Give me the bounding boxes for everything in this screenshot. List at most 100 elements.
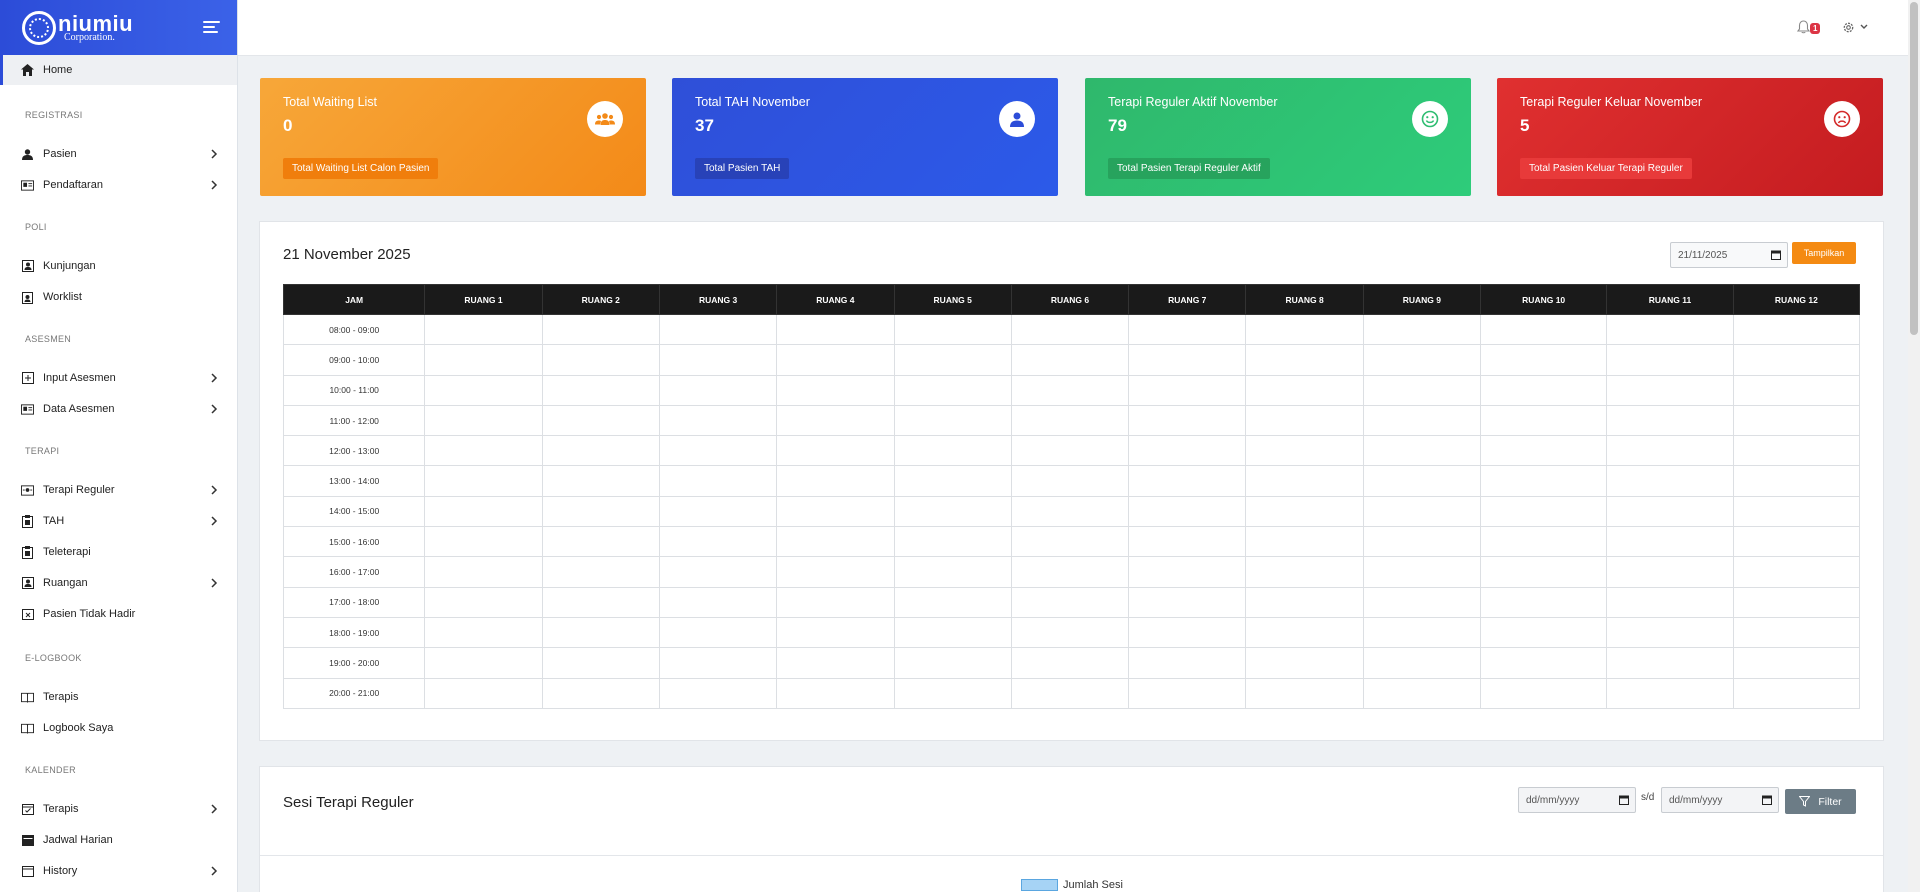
sidebar-item-data-asesmen[interactable]: Data Asesmen	[0, 394, 237, 424]
room-slot-cell[interactable]	[1010, 556, 1130, 588]
room-slot-cell[interactable]	[1010, 404, 1130, 437]
room-slot-cell[interactable]	[893, 465, 1012, 497]
room-slot-cell[interactable]	[1128, 586, 1247, 618]
room-slot-cell[interactable]	[776, 435, 895, 467]
room-slot-cell[interactable]	[541, 616, 660, 649]
room-slot-cell[interactable]	[1245, 404, 1364, 437]
room-slot-cell[interactable]	[1128, 526, 1247, 558]
room-slot-cell[interactable]	[424, 495, 543, 528]
room-slot-cell[interactable]	[1732, 526, 1861, 558]
room-slot-cell[interactable]	[1606, 374, 1734, 406]
room-slot-cell[interactable]	[1362, 556, 1482, 588]
room-slot-cell[interactable]	[776, 556, 895, 588]
sidebar-item-input-asesmen[interactable]: Input Asesmen	[0, 363, 237, 393]
calendar-icon[interactable]	[1619, 795, 1629, 805]
room-slot-cell[interactable]	[1010, 435, 1130, 467]
sidebar-item-jadwal-harian[interactable]: Jadwal Harian	[0, 825, 237, 855]
sidebar-item-ruangan[interactable]: Ruangan	[0, 568, 237, 598]
room-slot-cell[interactable]	[1362, 616, 1482, 649]
room-slot-cell[interactable]	[541, 526, 660, 558]
room-slot-cell[interactable]	[424, 526, 543, 558]
room-slot-cell[interactable]	[1732, 586, 1861, 618]
room-slot-cell[interactable]	[776, 526, 895, 558]
room-slot-cell[interactable]	[1732, 404, 1861, 437]
room-slot-cell[interactable]	[1732, 374, 1861, 406]
room-slot-cell[interactable]	[893, 647, 1012, 679]
room-slot-cell[interactable]	[1128, 556, 1247, 588]
room-slot-cell[interactable]	[1480, 616, 1608, 649]
room-slot-cell[interactable]	[1362, 374, 1482, 406]
room-slot-cell[interactable]	[1010, 495, 1130, 528]
room-slot-cell[interactable]	[776, 344, 895, 376]
room-slot-cell[interactable]	[658, 435, 778, 467]
room-slot-cell[interactable]	[1010, 616, 1130, 649]
room-slot-cell[interactable]	[1362, 465, 1482, 497]
room-slot-cell[interactable]	[1128, 465, 1247, 497]
sidebar-item-terapi-reguler[interactable]: Terapi Reguler	[0, 475, 237, 505]
room-slot-cell[interactable]	[1480, 344, 1608, 376]
room-slot-cell[interactable]	[1606, 526, 1734, 558]
room-slot-cell[interactable]	[1362, 344, 1482, 376]
room-slot-cell[interactable]	[658, 344, 778, 376]
room-slot-cell[interactable]	[893, 374, 1012, 406]
room-slot-cell[interactable]	[1606, 435, 1734, 467]
room-slot-cell[interactable]	[424, 616, 543, 649]
sidebar-item-kunjungan[interactable]: Kunjungan	[0, 251, 237, 281]
sidebar-item-tah[interactable]: TAH	[0, 506, 237, 536]
sidebar-item-terapis-logbook[interactable]: Terapis	[0, 682, 237, 712]
room-slot-cell[interactable]	[1480, 677, 1608, 709]
scrollbar-thumb[interactable]	[1910, 2, 1918, 335]
room-slot-cell[interactable]	[1732, 495, 1861, 528]
calendar-icon[interactable]	[1771, 250, 1781, 260]
room-slot-cell[interactable]	[776, 374, 895, 406]
room-slot-cell[interactable]	[1480, 495, 1608, 528]
room-slot-cell[interactable]	[1245, 344, 1364, 376]
room-slot-cell[interactable]	[1480, 647, 1608, 679]
room-slot-cell[interactable]	[893, 404, 1012, 437]
room-slot-cell[interactable]	[1732, 677, 1861, 709]
room-slot-cell[interactable]	[541, 556, 660, 588]
room-slot-cell[interactable]	[1010, 313, 1130, 346]
room-slot-cell[interactable]	[1480, 556, 1608, 588]
room-slot-cell[interactable]	[1362, 313, 1482, 346]
room-slot-cell[interactable]	[1245, 435, 1364, 467]
room-slot-cell[interactable]	[1606, 313, 1734, 346]
room-slot-cell[interactable]	[1606, 404, 1734, 437]
room-slot-cell[interactable]	[658, 677, 778, 709]
room-slot-cell[interactable]	[658, 586, 778, 618]
room-slot-cell[interactable]	[1128, 344, 1247, 376]
room-slot-cell[interactable]	[1128, 495, 1247, 528]
room-slot-cell[interactable]	[541, 404, 660, 437]
settings-dropdown[interactable]	[1842, 19, 1872, 35]
room-slot-cell[interactable]	[424, 677, 543, 709]
room-slot-cell[interactable]	[1245, 647, 1364, 679]
room-slot-cell[interactable]	[893, 313, 1012, 346]
room-slot-cell[interactable]	[1362, 677, 1482, 709]
room-slot-cell[interactable]	[1732, 647, 1861, 679]
sidebar-item-history[interactable]: History	[0, 856, 237, 886]
room-slot-cell[interactable]	[424, 435, 543, 467]
sidebar-item-pendaftaran[interactable]: Pendaftaran	[0, 170, 237, 200]
room-slot-cell[interactable]	[1245, 313, 1364, 346]
room-slot-cell[interactable]	[658, 556, 778, 588]
room-slot-cell[interactable]	[893, 677, 1012, 709]
room-slot-cell[interactable]	[1480, 374, 1608, 406]
room-slot-cell[interactable]	[1245, 586, 1364, 618]
room-slot-cell[interactable]	[424, 344, 543, 376]
room-slot-cell[interactable]	[1362, 526, 1482, 558]
room-slot-cell[interactable]	[658, 465, 778, 497]
chart-legend[interactable]: Jumlah Sesi	[1021, 879, 1123, 891]
room-slot-cell[interactable]	[1606, 616, 1734, 649]
room-slot-cell[interactable]	[658, 374, 778, 406]
filter-button[interactable]: Filter	[1785, 789, 1856, 814]
room-slot-cell[interactable]	[776, 404, 895, 437]
sesi-from-date[interactable]: dd/mm/yyyy	[1518, 787, 1636, 813]
room-slot-cell[interactable]	[1480, 435, 1608, 467]
room-slot-cell[interactable]	[1128, 677, 1247, 709]
room-slot-cell[interactable]	[1480, 586, 1608, 618]
room-slot-cell[interactable]	[1480, 465, 1608, 497]
room-slot-cell[interactable]	[1606, 495, 1734, 528]
room-slot-cell[interactable]	[1732, 344, 1861, 376]
room-slot-cell[interactable]	[1010, 647, 1130, 679]
room-slot-cell[interactable]	[541, 677, 660, 709]
